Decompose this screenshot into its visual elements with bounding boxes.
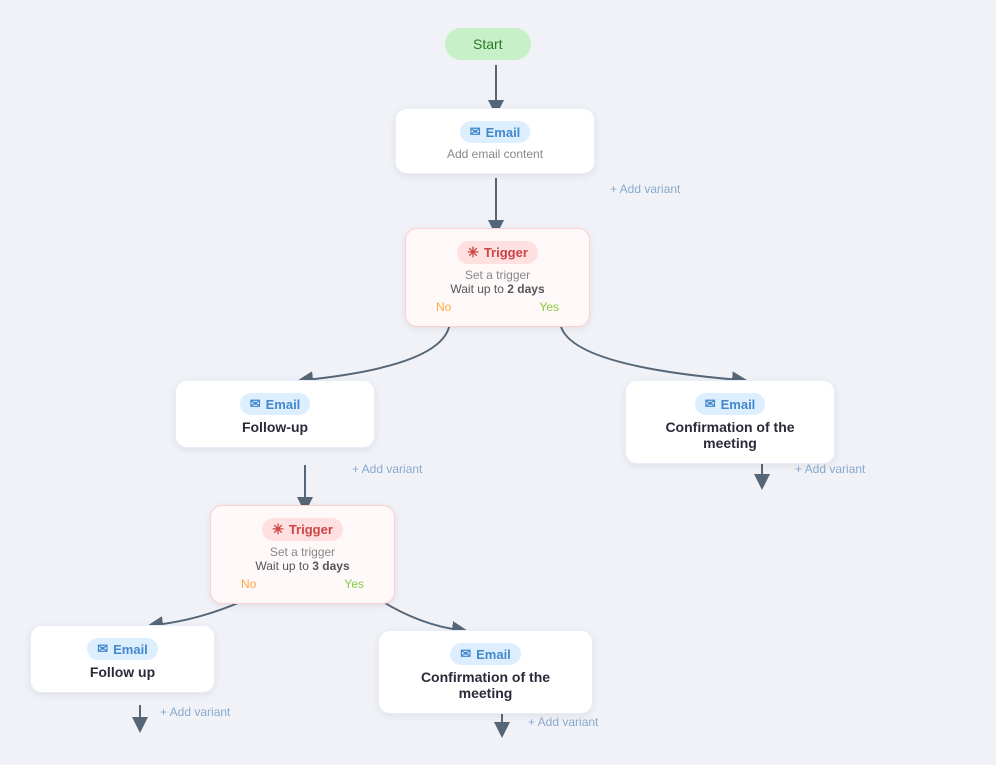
trigger1-yes: Yes — [539, 300, 559, 314]
email-confirm2-node[interactable]: ✉ Email Confirmation of the meeting — [378, 630, 593, 714]
email1-badge-label: Email — [486, 125, 521, 140]
confirm2-title: Confirmation of the meeting — [399, 669, 572, 701]
trigger-node-2[interactable]: ✳ Trigger Set a trigger Wait up to 3 day… — [210, 505, 395, 604]
followup2-header: ✉ Email — [87, 638, 158, 660]
trigger-node-1[interactable]: ✳ Trigger Set a trigger Wait up to 2 day… — [405, 228, 590, 327]
trigger2-badge-label: Trigger — [289, 522, 333, 537]
trigger2-no: No — [241, 577, 256, 591]
add-variant-followup[interactable]: + Add variant — [352, 462, 422, 476]
email1-badge: ✉ Email — [460, 121, 531, 143]
confirm2-badge: ✉ Email — [450, 643, 521, 665]
confirm1-icon: ✉ — [705, 396, 716, 412]
add-variant-1[interactable]: + Add variant — [610, 182, 680, 196]
email-confirm1-node[interactable]: ✉ Email Confirmation of the meeting — [625, 380, 835, 464]
start-node[interactable]: Start — [445, 28, 531, 60]
trigger1-badge-label: Trigger — [484, 245, 528, 260]
trigger2-header: ✳ Trigger — [262, 518, 343, 541]
trigger1-icon: ✳ — [467, 244, 479, 261]
email1-icon: ✉ — [470, 124, 481, 140]
trigger1-no: No — [436, 300, 451, 314]
confirm1-title: Confirmation of the meeting — [646, 419, 814, 451]
followup-badge: ✉ Email — [240, 393, 311, 415]
confirm2-header: ✉ Email — [450, 643, 521, 665]
email-followup-node[interactable]: ✉ Email Follow-up — [175, 380, 375, 448]
trigger2-subtitle: Set a trigger — [270, 545, 335, 559]
followup2-badge: ✉ Email — [87, 638, 158, 660]
followup-badge-label: Email — [266, 397, 301, 412]
trigger1-wait: Wait up to 2 days — [450, 282, 544, 296]
add-variant-confirm1[interactable]: + Add variant — [795, 462, 865, 476]
trigger2-branches: No Yes — [231, 577, 374, 591]
email1-header: ✉ Email — [460, 121, 531, 143]
confirm1-badge: ✉ Email — [695, 393, 766, 415]
trigger1-header: ✳ Trigger — [457, 241, 538, 264]
trigger2-icon: ✳ — [272, 521, 284, 538]
followup-header: ✉ Email — [240, 393, 311, 415]
followup2-title: Follow up — [90, 664, 155, 680]
followup2-icon: ✉ — [97, 641, 108, 657]
trigger1-branches: No Yes — [426, 300, 569, 314]
email1-subtitle: Add email content — [447, 147, 543, 161]
trigger1-badge: ✳ Trigger — [457, 241, 538, 264]
trigger2-yes: Yes — [344, 577, 364, 591]
confirm2-badge-label: Email — [476, 647, 511, 662]
email-node-1[interactable]: ✉ Email Add email content — [395, 108, 595, 174]
email-followup2-node[interactable]: ✉ Email Follow up — [30, 625, 215, 693]
trigger2-badge: ✳ Trigger — [262, 518, 343, 541]
confirm2-icon: ✉ — [460, 646, 471, 662]
followup-icon: ✉ — [250, 396, 261, 412]
trigger1-subtitle: Set a trigger — [465, 268, 530, 282]
followup2-badge-label: Email — [113, 642, 148, 657]
start-label: Start — [473, 36, 503, 52]
add-variant-confirm2[interactable]: + Add variant — [528, 715, 598, 729]
confirm1-badge-label: Email — [721, 397, 756, 412]
followup-title: Follow-up — [242, 419, 308, 435]
confirm1-header: ✉ Email — [695, 393, 766, 415]
add-variant-followup2[interactable]: + Add variant — [160, 705, 230, 719]
trigger2-wait: Wait up to 3 days — [255, 559, 349, 573]
